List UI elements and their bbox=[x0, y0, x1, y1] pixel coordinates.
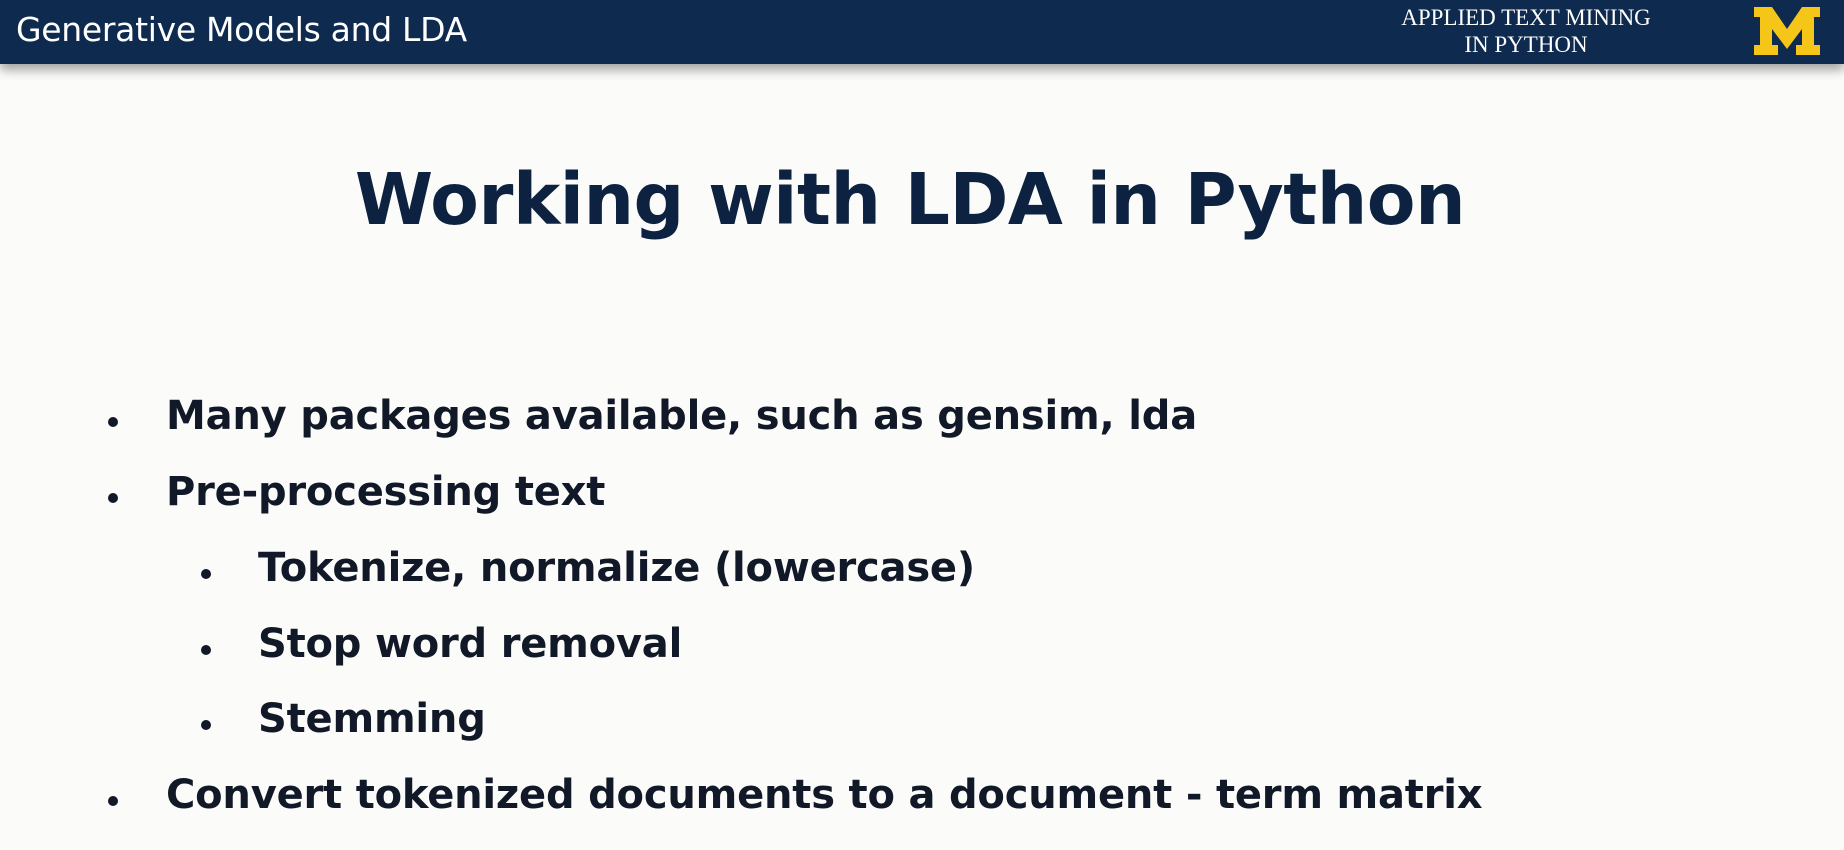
bullet-item-packages: Many packages available, such as gensim,… bbox=[166, 393, 1197, 439]
bullet-dot bbox=[108, 417, 118, 427]
bullet-item-preprocessing: Pre-processing text bbox=[166, 469, 606, 515]
bullet-list: Many packages available, such as gensim,… bbox=[0, 0, 1844, 850]
bullet-dot bbox=[108, 796, 118, 806]
sub-bullet-dot bbox=[201, 645, 211, 655]
bullet-item-convert: Convert tokenized documents to a documen… bbox=[166, 772, 1483, 818]
sub-bullet-dot bbox=[201, 569, 211, 579]
sub-bullet-item-stemming: Stemming bbox=[258, 696, 486, 742]
sub-bullet-dot bbox=[201, 720, 211, 730]
sub-bullet-item-tokenize: Tokenize, normalize (lowercase) bbox=[258, 545, 975, 591]
sub-bullet-item-stopwords: Stop word removal bbox=[258, 621, 683, 667]
bullet-dot bbox=[108, 493, 118, 503]
